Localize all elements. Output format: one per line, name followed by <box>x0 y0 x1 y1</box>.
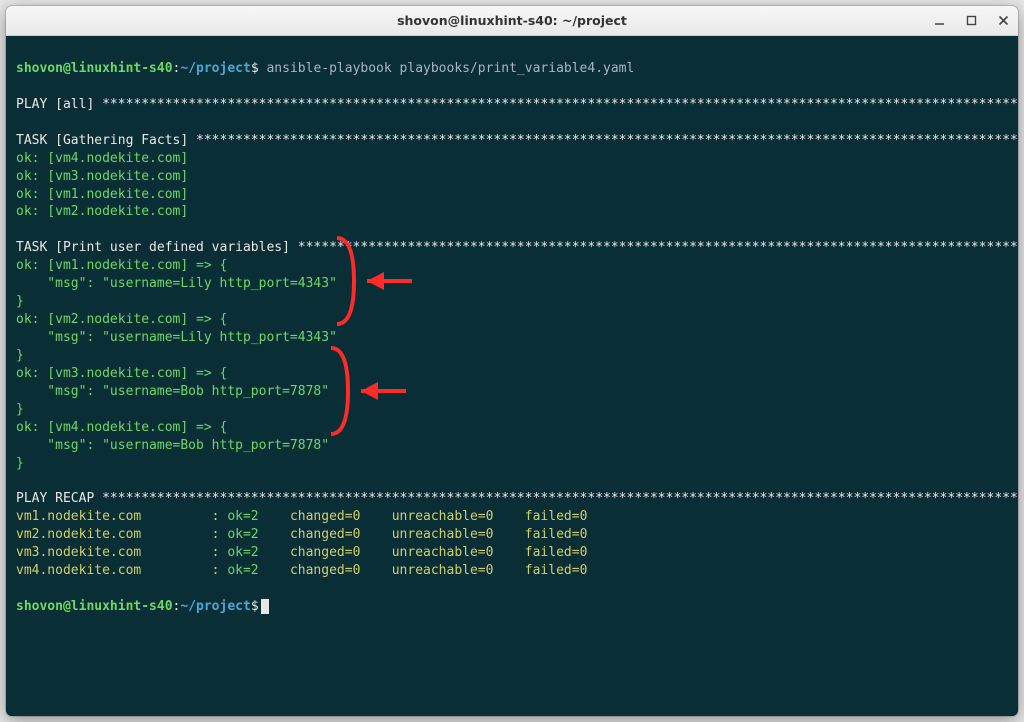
minimize-icon <box>934 15 945 26</box>
window-controls <box>930 12 1012 30</box>
gather-result: ok: [vm1.nodekite.com] <box>16 187 188 202</box>
recap-unreachable: unreachable=0 <box>392 527 494 542</box>
recap-unreachable: unreachable=0 <box>392 545 494 560</box>
terminal-window: shovon@linuxhint-s40: ~/project shovon@l… <box>6 6 1018 716</box>
print-result-close: } <box>16 348 24 363</box>
print-result-close: } <box>16 456 24 471</box>
command-text: ansible-playbook playbooks/print_variabl… <box>259 61 635 76</box>
terminal-body[interactable]: shovon@linuxhint-s40:~/project$ ansible-… <box>6 36 1018 716</box>
print-result-head: ok: [vm3.nodekite.com] => { <box>16 366 227 381</box>
recap-unreachable: unreachable=0 <box>392 563 494 578</box>
print-result-msg: "msg": "username=Lily http_port=4343" <box>16 276 337 291</box>
play-header: PLAY [all] *****************************… <box>16 97 1018 112</box>
print-result-close: } <box>16 402 24 417</box>
print-result-msg: "msg": "username=Lily http_port=4343" <box>16 330 337 345</box>
recap-ok: ok=2 <box>227 527 258 542</box>
recap-host: vm2.nodekite.com <box>16 527 141 542</box>
prompt-sep: : <box>173 599 181 614</box>
prompt-user: shovon@linuxhint-s40 <box>16 599 173 614</box>
task-gather-label: TASK [Gathering Facts] <box>16 133 188 148</box>
task-print-stars: ****************************************… <box>298 240 1018 255</box>
recap-row: vm1.nodekite.com : ok=2 changed=0 unreac… <box>16 509 587 524</box>
recap-failed: failed=0 <box>525 563 588 578</box>
recap-changed: changed=0 <box>290 527 360 542</box>
recap-row: vm4.nodekite.com : ok=2 changed=0 unreac… <box>16 563 587 578</box>
print-result-head: ok: [vm2.nodekite.com] => { <box>16 312 227 327</box>
recap-changed: changed=0 <box>290 545 360 560</box>
titlebar: shovon@linuxhint-s40: ~/project <box>6 6 1018 36</box>
cursor <box>261 599 269 614</box>
recap-host: vm1.nodekite.com <box>16 509 141 524</box>
gather-result: ok: [vm2.nodekite.com] <box>16 204 188 219</box>
command: ansible-playbook playbooks/print_variabl… <box>266 61 634 76</box>
recap-stars: ****************************************… <box>102 491 1018 506</box>
close-button[interactable] <box>994 12 1012 30</box>
print-result-close: } <box>16 294 24 309</box>
prompt-dollar: $ <box>251 599 259 614</box>
minimize-button[interactable] <box>930 12 948 30</box>
maximize-icon <box>966 15 977 26</box>
close-icon <box>998 15 1009 26</box>
recap-failed: failed=0 <box>525 527 588 542</box>
recap-header: PLAY RECAP *****************************… <box>16 491 1018 506</box>
prompt-path: ~/project <box>180 599 250 614</box>
task-gather-stars: ****************************************… <box>196 133 1018 148</box>
print-result-msg: "msg": "username=Bob http_port=7878" <box>16 384 329 399</box>
recap-ok: ok=2 <box>227 545 258 560</box>
task-print-header: TASK [Print user defined variables] ****… <box>16 240 1018 255</box>
annotation-bracket-bottom <box>326 346 426 446</box>
recap-row: vm3.nodekite.com : ok=2 changed=0 unreac… <box>16 545 587 560</box>
recap-label: PLAY RECAP <box>16 491 94 506</box>
prompt-user: shovon@linuxhint-s40 <box>16 61 173 76</box>
task-print-label: TASK [Print user defined variables] <box>16 240 290 255</box>
play-stars: ****************************************… <box>102 97 1018 112</box>
recap-changed: changed=0 <box>290 563 360 578</box>
prompt-dollar: $ <box>251 61 259 76</box>
recap-changed: changed=0 <box>290 509 360 524</box>
prompt-path: ~/project <box>180 61 250 76</box>
print-result-head: ok: [vm4.nodekite.com] => { <box>16 420 227 435</box>
recap-failed: failed=0 <box>525 509 588 524</box>
recap-host: vm4.nodekite.com <box>16 563 141 578</box>
recap-failed: failed=0 <box>525 545 588 560</box>
task-gather-header: TASK [Gathering Facts] *****************… <box>16 133 1018 148</box>
print-result-head: ok: [vm1.nodekite.com] => { <box>16 258 227 273</box>
recap-ok: ok=2 <box>227 563 258 578</box>
recap-pad: : <box>141 509 227 524</box>
recap-unreachable: unreachable=0 <box>392 509 494 524</box>
gather-result: ok: [vm3.nodekite.com] <box>16 169 188 184</box>
maximize-button[interactable] <box>962 12 980 30</box>
recap-host: vm3.nodekite.com <box>16 545 141 560</box>
recap-ok: ok=2 <box>227 509 258 524</box>
play-label: PLAY [all] <box>16 97 94 112</box>
window-title: shovon@linuxhint-s40: ~/project <box>6 13 1018 28</box>
print-result-msg: "msg": "username=Bob http_port=7878" <box>16 438 329 453</box>
recap-row: vm2.nodekite.com : ok=2 changed=0 unreac… <box>16 527 587 542</box>
gather-result: ok: [vm4.nodekite.com] <box>16 151 188 166</box>
